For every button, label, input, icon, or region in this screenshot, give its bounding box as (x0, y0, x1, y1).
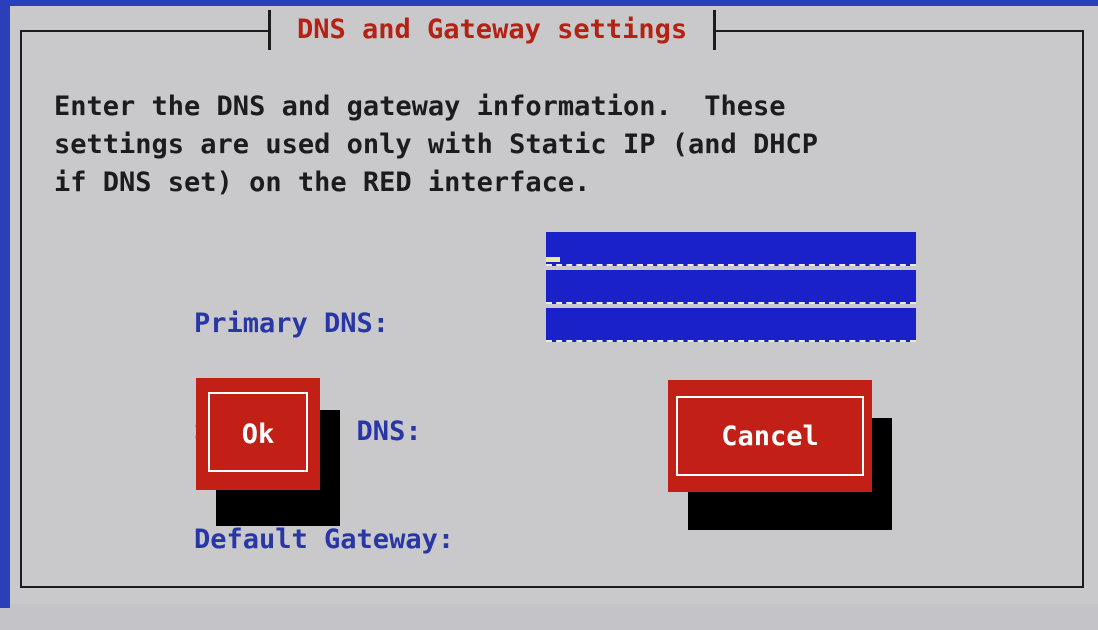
primary-dns-field-box (546, 232, 916, 266)
ok-button[interactable]: Ok (196, 378, 320, 490)
secondary-dns-field-box (546, 270, 916, 304)
screen-background-left (0, 0, 10, 608)
dialog-instructions: Enter the DNS and gateway information. T… (54, 91, 819, 198)
cancel-button[interactable]: Cancel (668, 380, 872, 492)
default-gateway-field-box (546, 308, 916, 342)
primary-dns-input[interactable] (546, 232, 916, 264)
primary-dns-label: Primary DNS: (194, 308, 390, 339)
default-gateway-input[interactable] (546, 308, 916, 340)
dialog-title: DNS and Gateway settings (268, 10, 717, 50)
dns-gateway-dialog: DNS and Gateway settings Enter the DNS a… (10, 6, 1098, 604)
text-cursor (546, 257, 560, 262)
field-inputs (546, 232, 916, 346)
default-gateway-label: Default Gateway: (194, 524, 455, 555)
ok-button-label: Ok (241, 418, 275, 450)
cancel-button-label: Cancel (721, 420, 819, 452)
secondary-dns-input[interactable] (546, 270, 916, 302)
